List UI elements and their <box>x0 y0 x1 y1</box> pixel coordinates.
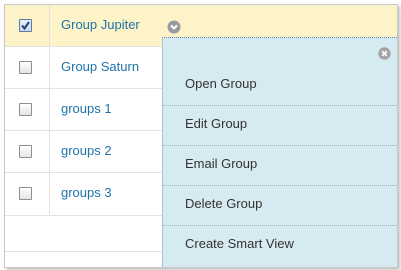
group-context-menu: Open Group Edit Group Email Group Delete… <box>162 37 397 267</box>
menu-item-label: Email Group <box>185 156 258 171</box>
row-checkbox[interactable] <box>19 61 32 74</box>
menu-item-label: Open Group <box>185 76 257 91</box>
group-name-link[interactable]: Group Jupiter <box>61 17 140 32</box>
group-name-link[interactable]: groups 2 <box>61 143 112 158</box>
row-checkbox[interactable] <box>19 145 32 158</box>
checkbox-cell <box>5 173 50 214</box>
menu-item-open-group[interactable]: Open Group <box>163 66 397 106</box>
row-checkbox[interactable] <box>19 187 32 200</box>
group-name-link[interactable]: groups 3 <box>61 185 112 200</box>
checkbox-cell <box>5 47 50 88</box>
menu-item-label: Create Smart View <box>185 236 294 251</box>
menu-item-label: Edit Group <box>185 116 248 131</box>
checkbox-cell <box>5 131 50 172</box>
table-footer-row <box>5 251 162 267</box>
menu-item-delete-group[interactable]: Delete Group <box>163 186 397 226</box>
checkmark-icon <box>21 21 30 31</box>
menu-item-create-smart-view[interactable]: Create Smart View <box>163 226 397 265</box>
groups-table: Group Jupiter Group Saturn groups 1 grou… <box>4 4 398 268</box>
menu-item-email-group[interactable]: Email Group <box>163 146 397 186</box>
checkbox-cell <box>5 5 50 46</box>
menu-item-edit-group[interactable]: Edit Group <box>163 106 397 146</box>
menu-item-label: Delete Group <box>185 196 263 211</box>
chevron-down-circle-icon[interactable] <box>167 20 181 34</box>
group-name-link[interactable]: groups 1 <box>61 101 112 116</box>
row-checkbox[interactable] <box>19 103 32 116</box>
close-circle-icon[interactable] <box>378 47 391 60</box>
checkbox-cell <box>5 89 50 130</box>
row-checkbox[interactable] <box>19 19 32 32</box>
group-name-link[interactable]: Group Saturn <box>61 59 139 74</box>
